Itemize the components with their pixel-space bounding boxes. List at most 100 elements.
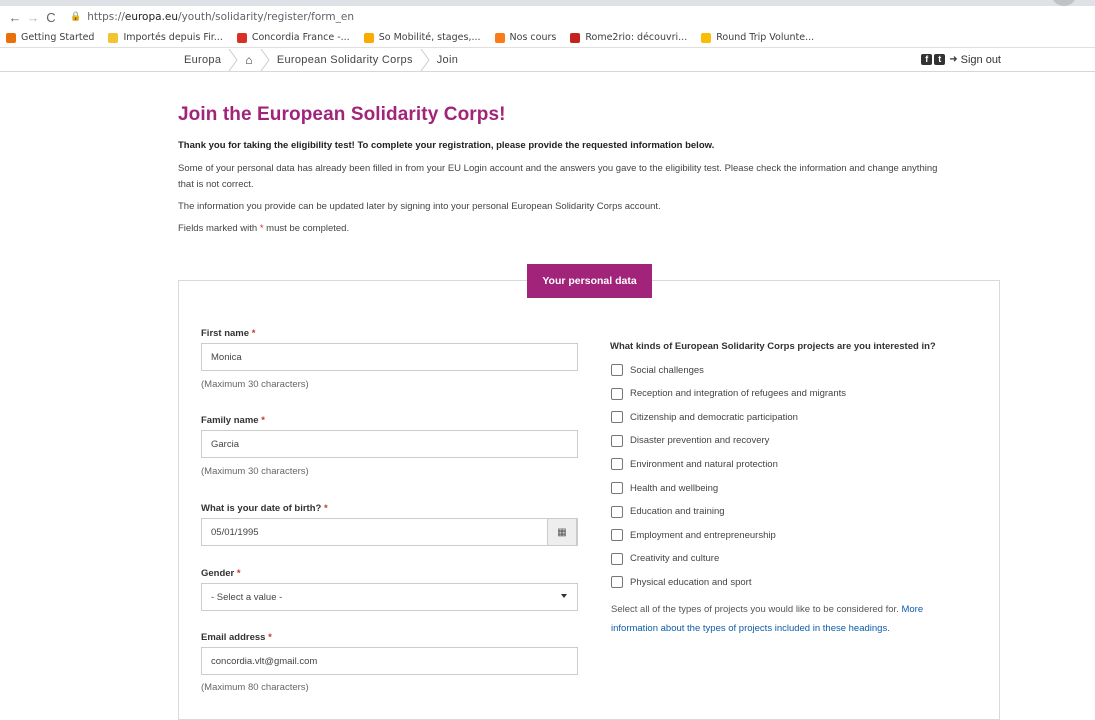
browser-tab-strip <box>0 0 1095 6</box>
project-option[interactable]: Health and wellbeing <box>611 482 718 494</box>
bookmark-label: Importés depuis Fir... <box>123 32 223 43</box>
project-checkbox[interactable] <box>611 505 623 518</box>
chevron-down-icon <box>561 594 567 598</box>
calendar-icon[interactable]: ▦ <box>547 518 577 546</box>
update-notice: The information you provide can be updat… <box>178 201 661 212</box>
bookmark-favicon-icon <box>363 32 374 43</box>
project-option[interactable]: Physical education and sport <box>611 576 752 589</box>
bookmark-favicon-icon <box>6 32 16 43</box>
project-option[interactable]: Employment and entrepreneurship <box>611 529 776 542</box>
project-option[interactable]: Environment and natural protection <box>611 458 778 471</box>
required-asterisk: * <box>251 328 256 339</box>
bookmark-label: Nos cours <box>509 32 557 43</box>
sign-out-link[interactable]: Sign out <box>961 54 1001 66</box>
prefill-notice: Some of your personal data has already b… <box>178 161 1008 193</box>
required-notice-post: must be completed. <box>263 223 350 234</box>
bookmark-favicon-icon <box>701 32 712 43</box>
projects-note: Select all of the types of projects you … <box>611 600 971 638</box>
bookmark-item[interactable]: Round Trip Volunte... <box>701 32 814 43</box>
lock-icon: 🔒 <box>70 12 82 22</box>
project-option-label: Disaster prevention and recovery <box>630 435 770 447</box>
project-option-label: Employment and entrepreneurship <box>630 529 776 541</box>
project-option[interactable]: Social challenges <box>611 364 704 376</box>
profile-avatar[interactable] <box>1051 0 1077 6</box>
bookmark-label: Rome2rio: découvri... <box>585 32 688 43</box>
project-option[interactable]: Education and training <box>611 505 725 518</box>
project-option-label: Environment and natural protection <box>630 458 778 470</box>
bookmark-item[interactable]: Concordia France -... <box>236 32 350 43</box>
project-checkbox[interactable] <box>611 529 623 542</box>
bookmark-label: Concordia France -... <box>251 32 350 43</box>
tab-personal-data[interactable]: Your personal data <box>527 264 652 298</box>
breadcrumb-separator-icon <box>227 48 239 71</box>
bookmark-item[interactable]: Importés depuis Fir... <box>108 32 223 43</box>
project-option-label: Social challenges <box>630 364 704 376</box>
bookmark-item[interactable]: Getting Started <box>6 32 94 43</box>
site-header: Europa ⌂ European Solidarity Corps Join … <box>0 48 1095 72</box>
dob-label: What is your date of birth? * <box>201 503 328 514</box>
email-input[interactable]: concordia.vlt@gmail.com <box>201 647 578 675</box>
project-checkbox[interactable] <box>611 552 623 565</box>
project-option-label: Education and training <box>630 506 725 518</box>
project-checkbox[interactable] <box>611 364 623 376</box>
first-name-label-text: First name <box>201 328 250 339</box>
project-option[interactable]: Disaster prevention and recovery <box>611 434 770 447</box>
project-checkbox[interactable] <box>611 434 623 447</box>
url-domain: europa.eu <box>124 11 179 23</box>
project-checkbox[interactable] <box>611 387 623 400</box>
family-name-label: Family name * <box>201 415 265 426</box>
back-icon[interactable]: ← <box>6 10 24 25</box>
breadcrumb-section[interactable]: European Solidarity Corps <box>271 54 419 66</box>
gender-select[interactable]: - Select a value - <box>201 583 578 611</box>
gender-label-text: Gender <box>201 568 235 579</box>
project-option[interactable]: Reception and integration of refugees an… <box>611 387 846 400</box>
first-name-input[interactable]: Monica <box>201 343 578 371</box>
project-checkbox[interactable] <box>611 411 623 424</box>
bookmark-label: Getting Started <box>21 32 95 43</box>
reload-icon[interactable]: C <box>42 10 60 25</box>
project-option[interactable]: Creativity and culture <box>611 552 719 565</box>
project-checkbox[interactable] <box>611 458 623 471</box>
first-name-value: Monica <box>211 351 242 363</box>
bookmark-favicon-icon <box>108 32 119 43</box>
project-option-label: Citizenship and democratic participation <box>630 411 798 423</box>
home-icon[interactable]: ⌂ <box>239 53 259 67</box>
bookmark-item[interactable]: So Mobilité, stages,... <box>363 32 481 43</box>
url-field[interactable]: 🔒 https://europa.eu/youth/solidarity/reg… <box>70 11 354 23</box>
address-bar: ← → C 🔒 https://europa.eu/youth/solidari… <box>0 6 1095 28</box>
first-name-label: First name * <box>201 328 255 339</box>
required-notice-pre: Fields marked with <box>178 223 260 234</box>
breadcrumb-europa[interactable]: Europa <box>178 54 227 66</box>
facebook-icon[interactable]: f <box>921 54 933 65</box>
required-asterisk: * <box>261 415 265 426</box>
sign-out-area: f t ➜ Sign out <box>921 54 1001 66</box>
required-asterisk: * <box>323 503 328 514</box>
project-option-label: Physical education and sport <box>630 576 752 588</box>
email-label: Email address * <box>201 632 272 643</box>
email-value: concordia.vlt@gmail.com <box>211 655 318 667</box>
prefill-notice-line2: that is not correct. <box>178 179 254 190</box>
main-content: Join the European Solidarity Corps! Than… <box>178 104 1008 243</box>
bookmark-item[interactable]: Nos cours <box>494 32 557 43</box>
gender-label: Gender * <box>201 568 241 579</box>
family-name-input[interactable]: Garcia <box>201 430 578 458</box>
project-checkbox[interactable] <box>611 482 623 494</box>
bookmarks-bar: Getting Started Importés depuis Fir... Con… <box>0 28 1095 48</box>
bookmark-favicon-icon <box>494 32 505 43</box>
required-asterisk: * <box>268 632 272 643</box>
bookmark-label: Round Trip Volunte... <box>716 32 815 43</box>
project-option[interactable]: Citizenship and democratic participation <box>611 411 798 424</box>
sign-out-icon[interactable]: ➜ <box>949 54 957 65</box>
breadcrumb: Europa ⌂ European Solidarity Corps Join <box>178 48 464 71</box>
required-notice: Fields marked with * must be completed. <box>178 221 1008 237</box>
family-name-label-text: Family name <box>201 415 259 426</box>
twitter-icon[interactable]: t <box>934 54 946 65</box>
family-name-help: (Maximum 30 characters) <box>201 466 309 477</box>
url-path: /youth/solidarity/register/form_en <box>178 11 354 23</box>
project-checkbox[interactable] <box>611 576 623 589</box>
dob-input[interactable]: 05/01/1995 ▦ <box>201 518 578 546</box>
first-name-help: (Maximum 30 characters) <box>201 379 309 390</box>
breadcrumb-separator-icon <box>419 48 431 71</box>
forward-icon[interactable]: → <box>24 10 42 25</box>
bookmark-item[interactable]: Rome2rio: découvri... <box>570 32 687 43</box>
